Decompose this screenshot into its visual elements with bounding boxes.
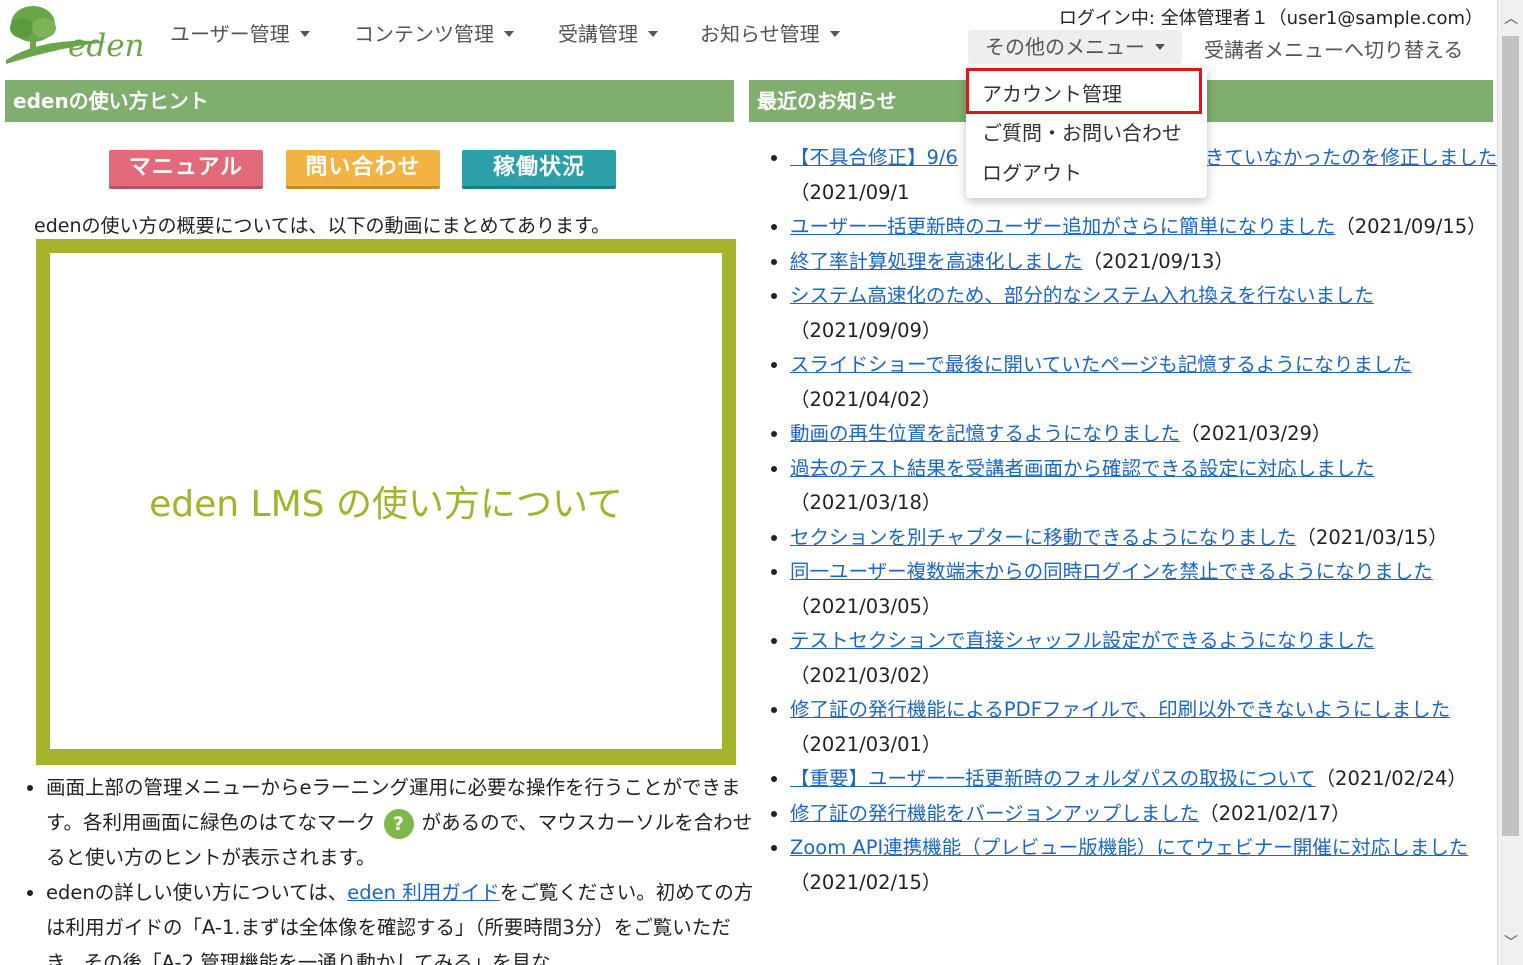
news-date: （2021/03/05） <box>790 594 942 618</box>
news-item: システム高速化のため、部分的なシステム入れ換えを行ないました （2021/09/0… <box>790 279 1497 348</box>
logo-text: eden <box>68 28 145 64</box>
news-link[interactable]: システム高速化のため、部分的なシステム入れ換えを行ないました <box>790 284 1374 307</box>
news-date: （2021/02/24） <box>1315 767 1467 790</box>
nav-content-management[interactable]: コンテンツ管理 <box>354 18 514 47</box>
caret-down-icon <box>504 31 514 37</box>
caret-down-icon <box>1155 44 1165 50</box>
app-root: eden ユーザー管理 コンテンツ管理 受講管理 お知らせ管理 ログイン中: 全… <box>0 0 1497 965</box>
news-link[interactable]: Zoom API連携機能（プレビュー版機能）にてウェビナー開催に対応しました <box>790 836 1468 859</box>
menu-item-inquiry[interactable]: ご質問・お問い合わせ <box>982 117 1182 146</box>
list-item: 画面上部の管理メニューからeラーニング運用に必要な操作を行うことができます。各利… <box>46 770 762 875</box>
caret-down-icon <box>648 31 658 37</box>
intro-video[interactable]: eden LMS の使い方について <box>36 239 736 765</box>
hints-section-header: edenの使い方ヒント <box>5 80 734 122</box>
scroll-down-arrow-icon[interactable]: ﹀ <box>1498 928 1523 958</box>
news-item: セクションを別チャプターに移動できるようになりました（2021/03/15） <box>790 521 1497 556</box>
news-date: （2021/02/15） <box>790 870 942 894</box>
intro-text: edenの使い方の概要については、以下の動画にまとめてあります。 <box>34 215 611 237</box>
news-item: Zoom API連携機能（プレビュー版機能）にてウェビナー開催に対応しました （2… <box>790 831 1497 900</box>
news-date: （2021/03/15） <box>1296 525 1448 549</box>
nav-label: ユーザー管理 <box>170 22 290 46</box>
news-item: 同一ユーザー複数端末からの同時ログインを禁止できるようになりました （2021/0… <box>790 555 1497 624</box>
login-info: ログイン中: 全体管理者１（user1@sample.com） <box>1058 8 1483 29</box>
news-date: （2021/03/01） <box>790 732 942 756</box>
other-menu-dropdown: アカウント管理 ご質問・お問い合わせ ログアウト <box>966 68 1207 198</box>
nav-notice-management[interactable]: お知らせ管理 <box>700 18 840 47</box>
news-item: 修了証の発行機能をバージョンアップしました（2021/02/17） <box>790 797 1497 832</box>
switch-to-learner-menu-link[interactable]: 受講者メニューへ切り替える <box>1204 34 1463 63</box>
nav-course-management[interactable]: 受講管理 <box>558 18 658 47</box>
list-item: edenの詳しい使い方については、eden 利用ガイドをご覧ください。初めての方… <box>46 875 762 965</box>
contact-button[interactable]: 問い合わせ <box>286 150 440 189</box>
news-link[interactable]: ユーザー一括更新時のユーザー追加がさらに簡単になりました <box>790 215 1335 238</box>
news-item: ユーザー一括更新時のユーザー追加がさらに簡単になりました（2021/09/15） <box>790 210 1497 245</box>
vertical-scrollbar[interactable]: ︿ ﹀ <box>1497 0 1523 965</box>
caret-down-icon <box>829 31 840 37</box>
news-item: スライドショーで最後に開いていたページも記憶するようになりました （2021/04… <box>790 348 1497 417</box>
news-item: 修了証の発行機能によるPDFファイルで、印刷以外できないようにしました （2021… <box>790 693 1497 762</box>
other-menu-button[interactable]: その他のメニュー <box>968 30 1182 64</box>
news-date: （2021/03/18） <box>790 491 942 514</box>
news-link[interactable]: 動画の再生位置を記憶するようになりました <box>790 422 1180 445</box>
news-date: （2021/09/1 <box>790 180 910 204</box>
news-link[interactable]: テストセクションで直接シャッフル設定ができるようになりました <box>790 629 1375 652</box>
news-item: 終了率計算処理を高速化しました（2021/09/13） <box>790 245 1497 280</box>
news-link[interactable]: 修了証の発行機能によるPDFファイルで、印刷以外できないようにしました <box>790 698 1450 721</box>
news-link[interactable]: スライドショーで最後に開いていたページも記憶するようになりました <box>790 353 1412 376</box>
news-date: （2021/03/29） <box>1180 422 1332 445</box>
scroll-up-arrow-icon[interactable]: ︿ <box>1498 4 1523 34</box>
video-title: eden LMS の使い方について <box>149 484 623 525</box>
nav-label: コンテンツ管理 <box>354 22 494 46</box>
manual-button[interactable]: マニュアル <box>109 150 263 189</box>
news-title-rest: 新できていなかったのを修正しました <box>1165 146 1497 169</box>
caret-down-icon <box>299 31 310 37</box>
news-link[interactable]: 【重要】ユーザー一括更新時のフォルダパスの取扱について <box>790 767 1316 790</box>
news-list: 【不具合修正】9/6 新できていなかったのを修正しました （2021/09/1 ユー… <box>768 141 1497 900</box>
news-link[interactable]: 過去のテスト結果を受講者画面から確認できる設定に対応しました <box>790 457 1375 480</box>
news-link[interactable]: セクションを別チャプターに移動できるようになりました <box>790 526 1296 549</box>
menu-item-account-management[interactable]: アカウント管理 <box>982 78 1122 107</box>
user-guide-link[interactable]: eden 利用ガイド <box>347 881 499 904</box>
menu-item-logout[interactable]: ログアウト <box>982 157 1082 186</box>
nav-label: お知らせ管理 <box>700 22 820 46</box>
video-screen: eden LMS の使い方について <box>50 253 722 749</box>
hint-text: edenの詳しい使い方については、 <box>46 881 348 904</box>
news-link[interactable]: 同一ユーザー複数端末からの同時ログインを禁止できるようになりました <box>790 560 1433 583</box>
news-item: 【重要】ユーザー一括更新時のフォルダパスの取扱について（2021/02/24） <box>790 762 1497 797</box>
news-title: 【不具合修正】9/6 <box>790 146 958 169</box>
nav-user-management[interactable]: ユーザー管理 <box>170 18 310 47</box>
scrollbar-thumb[interactable] <box>1502 36 1519 836</box>
help-question-icon: ? <box>383 808 414 839</box>
eden-logo[interactable]: eden <box>4 2 145 66</box>
news-link[interactable]: 修了証の発行機能をバージョンアップしました <box>790 802 1199 825</box>
news-date: （2021/09/15） <box>1335 215 1487 238</box>
status-button[interactable]: 稼働状況 <box>462 150 616 189</box>
news-date: （2021/02/17） <box>1199 801 1351 825</box>
news-link[interactable]: 終了率計算処理を高速化しました <box>790 250 1083 273</box>
news-date: （2021/09/09） <box>790 318 942 342</box>
other-menu-label: その他のメニュー <box>985 35 1145 59</box>
news-item: 過去のテスト結果を受講者画面から確認できる設定に対応しました （2021/03/1… <box>790 452 1497 521</box>
news-date: （2021/09/13） <box>1082 249 1234 273</box>
hints-list: 画面上部の管理メニューからeラーニング運用に必要な操作を行うことができます。各利… <box>24 770 762 965</box>
news-item: 動画の再生位置を記憶するようになりました（2021/03/29） <box>790 417 1497 452</box>
news-item: テストセクションで直接シャッフル設定ができるようになりました （2021/03/0… <box>790 624 1497 693</box>
nav-label: 受講管理 <box>558 22 638 46</box>
news-date: （2021/03/02） <box>790 663 942 687</box>
news-date: （2021/04/02） <box>790 387 942 411</box>
